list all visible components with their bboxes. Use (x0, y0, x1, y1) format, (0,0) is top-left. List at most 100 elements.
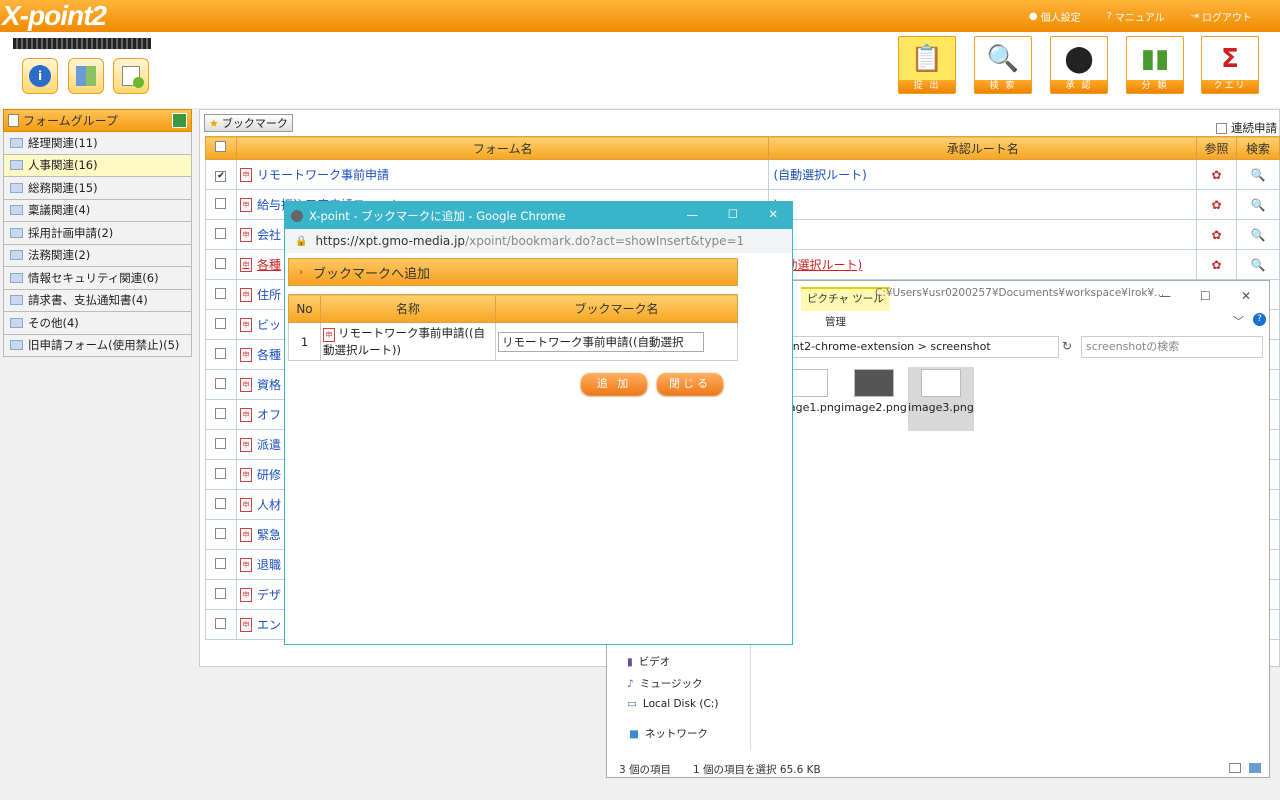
row-checkbox[interactable] (215, 527, 227, 539)
reference-icon[interactable]: ✿ (1211, 198, 1221, 212)
maximize-icon[interactable]: ☐ (728, 207, 738, 221)
image-thumbnail (921, 369, 961, 397)
sidebar-item[interactable]: 採用計画申請(2) (3, 222, 192, 245)
minimize-icon[interactable]: — (687, 208, 699, 222)
magnifier-icon[interactable]: 🔍 (1251, 168, 1266, 182)
collapse-sidebar-icon[interactable] (172, 113, 187, 128)
form-group-sidebar: フォームグループ 経理関連(11) 人事関連(16) 総務関連(15) 稟議関連… (3, 109, 192, 359)
magnifier-icon[interactable]: 🔍 (1251, 228, 1266, 242)
details-view-icon[interactable] (1229, 763, 1241, 773)
file-image2[interactable]: image2.png (841, 367, 907, 431)
nav-network[interactable]: ■ ネットワーク (629, 726, 708, 741)
folder-icon (10, 160, 23, 171)
manage-tab[interactable]: 管理 (825, 314, 846, 329)
row-checkbox[interactable] (215, 617, 227, 629)
sidebar-item[interactable]: 経理関連(11) (3, 132, 192, 155)
no-header: No (288, 294, 321, 323)
music-folder-icon: ♪ (627, 677, 634, 690)
bookmark-popup-window: X-point - ブックマークに追加 - Google Chrome — ☐ … (284, 201, 793, 645)
row-checkbox[interactable] (215, 197, 227, 209)
row-checkbox[interactable] (215, 377, 227, 389)
ribbon-chevron-icon[interactable]: ﹀ (1233, 313, 1244, 329)
logout-icon: ⇥ (1190, 11, 1199, 22)
bookmark-name-header: ブックマーク名 (495, 294, 738, 323)
row-checkbox[interactable] (215, 437, 227, 449)
sidebar-item[interactable]: 情報セキュリティ関連(6) (3, 267, 192, 290)
row-checkbox[interactable] (215, 497, 227, 509)
maximize-icon[interactable]: ☐ (1200, 289, 1211, 303)
help-icon[interactable]: ? (1253, 313, 1266, 326)
select-all-checkbox[interactable] (215, 141, 227, 152)
row-checkbox[interactable] (215, 317, 227, 329)
add-button[interactable]: 追 加 (581, 373, 647, 395)
sidebar-item[interactable]: 稟議関連(4) (3, 199, 192, 222)
route-cell: ) (768, 219, 1198, 250)
file-image3[interactable]: image3.png (908, 367, 974, 431)
address-bar[interactable]: oint2-chrome-extension > screenshot (774, 336, 1059, 358)
app-logo[interactable]: X-point2 (2, 0, 107, 32)
nav-videos[interactable]: ▮ ビデオ (627, 654, 670, 669)
form-doc-icon: 申 (239, 557, 252, 572)
form-doc-icon: 申 (323, 328, 335, 342)
table-row: 1 申リモートワーク事前申請((自動選択ルート)) リモートワーク事前申請((自… (288, 322, 738, 361)
row-checkbox[interactable] (215, 347, 227, 359)
row-checkbox-cell (205, 489, 237, 520)
form-link[interactable]: 申リモートワーク事前申請 (237, 166, 768, 183)
manual-link[interactable]: ? マニュアル (1107, 9, 1165, 24)
row-checkbox[interactable] (215, 257, 227, 269)
refresh-icon[interactable]: ↻ (1062, 339, 1072, 353)
personal-settings-link[interactable]: ● 個人設定 (1029, 9, 1081, 24)
query-button[interactable]: Σ クエリ (1201, 36, 1259, 94)
explorer-status-bar: 3 個の項目 1 個の項目を選択 65.6 KB (619, 764, 821, 776)
magnifier-icon[interactable]: 🔍 (1251, 258, 1266, 272)
row-checkbox[interactable] (215, 467, 227, 479)
continuous-apply-option[interactable]: 連続申請 (1216, 120, 1277, 136)
sidebar-item[interactable]: 総務関連(15) (3, 177, 192, 200)
sidebar-item[interactable]: 請求書、支払通知書(4) (3, 289, 192, 312)
popup-heading: › ブックマークへ追加 (288, 258, 738, 286)
search-button[interactable]: 🔍 検 索 (974, 36, 1032, 94)
info-button[interactable]: i (22, 58, 58, 94)
route-cell: (自動選択ルート) (768, 159, 1198, 190)
row-checkbox-cell (205, 459, 237, 490)
sidebar-item[interactable]: 人事関連(16) (3, 154, 192, 177)
bookmark-name-input[interactable]: リモートワーク事前申請((自動選択 (498, 331, 704, 352)
reference-icon[interactable]: ✿ (1211, 258, 1221, 272)
row-checkbox[interactable]: ✔ (215, 171, 227, 182)
row-checkbox[interactable] (215, 557, 227, 569)
sidebar-item[interactable]: 旧申請フォーム(使用禁止)(5) (3, 334, 192, 357)
folder-icon (10, 250, 23, 261)
popup-title-bar: X-point - ブックマークに追加 - Google Chrome — ☐ … (285, 202, 792, 229)
classify-button[interactable]: ▮▮ 分 類 (1126, 36, 1184, 94)
sidebar-header: フォームグループ (3, 109, 192, 132)
nav-music[interactable]: ♪ ミュージック (627, 676, 703, 691)
clock-doc-icon (122, 66, 144, 88)
row-checkbox[interactable] (215, 227, 227, 239)
row-checkbox[interactable] (215, 287, 227, 299)
submit-button[interactable]: 📋 提 出 (898, 36, 956, 94)
minimize-icon[interactable]: — (1159, 289, 1171, 303)
close-icon[interactable]: ✕ (768, 207, 778, 221)
network-icon: ■ (629, 727, 639, 740)
continuous-apply-checkbox[interactable] (1216, 122, 1227, 134)
nav-local-disk[interactable]: ▭ Local Disk (C:) (627, 698, 718, 710)
reference-icon[interactable]: ✿ (1211, 228, 1221, 242)
reference-icon[interactable]: ✿ (1211, 168, 1221, 182)
bookmark-button[interactable]: ★ ブックマーク (204, 114, 293, 132)
sidebar-item[interactable]: その他(4) (3, 312, 192, 335)
sidebar-item[interactable]: 法務関連(2) (3, 244, 192, 267)
select-all-header[interactable] (205, 136, 237, 160)
magnifier-icon[interactable]: 🔍 (1251, 198, 1266, 212)
explorer-search-input[interactable]: screenshotの検索 (1081, 336, 1263, 358)
form-doc-icon: 申 (239, 287, 252, 302)
bookshelf-button[interactable] (68, 58, 104, 94)
row-checkbox[interactable] (215, 587, 227, 599)
close-button[interactable]: 閉じる (657, 373, 723, 395)
close-icon[interactable]: ✕ (1241, 289, 1251, 303)
route-link[interactable]: (自動選択ルート) (769, 168, 866, 182)
logout-link[interactable]: ⇥ ログアウト (1191, 9, 1252, 24)
history-button[interactable] (113, 58, 149, 94)
large-icons-view-icon[interactable] (1249, 763, 1261, 773)
approve-button[interactable]: ⬤ 承 認 (1050, 36, 1108, 94)
row-checkbox[interactable] (215, 407, 227, 419)
